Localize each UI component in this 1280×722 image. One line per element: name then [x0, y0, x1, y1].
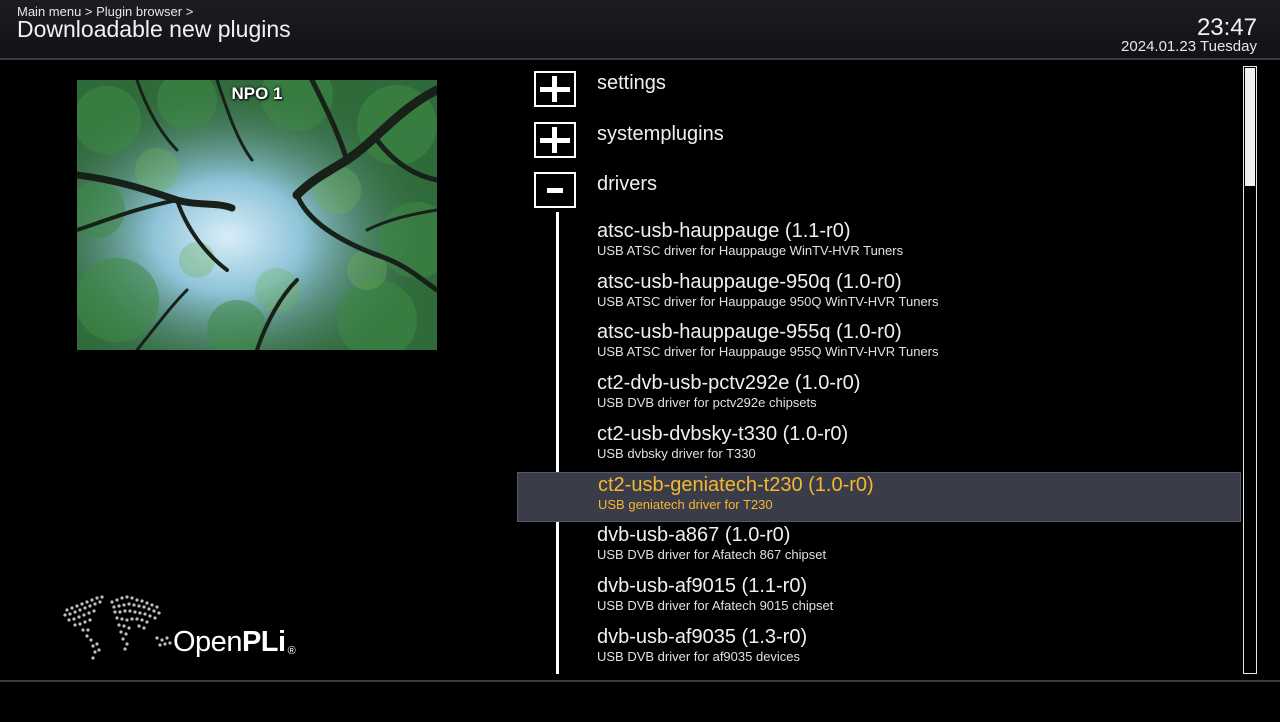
scrollbar-thumb[interactable] [1245, 68, 1255, 186]
plugin-name: dvb-usb-a867 (1.0-r0) [597, 524, 791, 546]
page-title: Downloadable new plugins [17, 16, 291, 42]
logo-text-open: Open [173, 626, 242, 658]
date: 2024.01.23 Tuesday [1121, 38, 1257, 55]
category-label: systemplugins [597, 123, 724, 145]
tv-preview: NPO 1 [77, 80, 437, 350]
plugin-name: atsc-usb-hauppauge (1.1-r0) [597, 220, 851, 242]
plugin-name: ct2-dvb-usb-pctv292e (1.0-r0) [597, 372, 861, 394]
plugin-item[interactable]: dvb-usb-af9035 (1.3-r0) USB DVB driver f… [517, 624, 1241, 674]
plugin-name: ct2-usb-geniatech-t230 (1.0-r0) [598, 474, 874, 496]
plugin-item[interactable]: ct2-usb-dvbsky-t330 (1.0-r0) USB dvbsky … [517, 421, 1241, 471]
openpli-logo: OpenPLi ® [57, 588, 307, 668]
scrollbar[interactable] [1243, 66, 1257, 674]
plugin-description: USB DVB driver for af9035 devices [597, 649, 801, 664]
plugin-description: USB geniatech driver for T230 [598, 497, 773, 512]
footer-bar [0, 680, 1280, 722]
channel-name: NPO 1 [231, 84, 283, 103]
category-drivers[interactable]: drivers [517, 161, 1241, 211]
plugin-item[interactable]: atsc-usb-hauppauge (1.1-r0) USB ATSC dri… [517, 218, 1241, 268]
plugin-description: USB DVB driver for Afatech 9015 chipset [597, 598, 834, 613]
plugin-name: atsc-usb-hauppauge-950q (1.0-r0) [597, 271, 902, 293]
plugin-name: dvb-usb-af9015 (1.1-r0) [597, 575, 808, 597]
plugin-description: USB ATSC driver for Hauppauge WinTV-HVR … [597, 243, 904, 258]
minus-icon[interactable] [534, 172, 576, 208]
registered-mark: ® [287, 645, 296, 657]
plugin-item-selected[interactable]: ct2-usb-geniatech-t230 (1.0-r0) USB geni… [517, 472, 1241, 522]
plus-icon[interactable] [534, 122, 576, 158]
header-bar: Main menu > Plugin browser > Downloadabl… [0, 0, 1280, 60]
plugin-item[interactable]: ct2-dvb-usb-pctv292e (1.0-r0) USB DVB dr… [517, 370, 1241, 420]
category-settings[interactable]: settings [517, 60, 1241, 110]
category-label: settings [597, 72, 666, 94]
logo-wordmark: OpenPLi ® [173, 626, 296, 659]
plugin-list[interactable]: settings systemplugins drivers atsc-usb-… [517, 60, 1242, 680]
plugin-item[interactable]: dvb-usb-af9015 (1.1-r0) USB DVB driver f… [517, 573, 1241, 623]
plugin-item[interactable]: dvb-usb-a867 (1.0-r0) USB DVB driver for… [517, 522, 1241, 572]
category-systemplugins[interactable]: systemplugins [517, 111, 1241, 161]
plugin-description: USB ATSC driver for Hauppauge 955Q WinTV… [597, 344, 939, 359]
category-label: drivers [597, 173, 658, 195]
plugin-description: USB ATSC driver for Hauppauge 950Q WinTV… [597, 294, 939, 309]
world-map-icon [63, 595, 172, 660]
plugin-name: dvb-usb-af9035 (1.3-r0) [597, 626, 808, 648]
tree-canopy-image [77, 80, 437, 350]
plugin-item[interactable]: atsc-usb-hauppauge-950q (1.0-r0) USB ATS… [517, 269, 1241, 319]
plugin-description: USB DVB driver for pctv292e chipsets [597, 395, 817, 410]
logo-text-pli: PLi [241, 626, 286, 658]
plugin-item[interactable]: atsc-usb-hauppauge-955q (1.0-r0) USB ATS… [517, 319, 1241, 369]
plugin-name: ct2-usb-dvbsky-t330 (1.0-r0) [597, 423, 849, 445]
plugin-description: USB dvbsky driver for T330 [597, 446, 756, 461]
plugin-description: USB DVB driver for Afatech 867 chipset [597, 547, 827, 562]
plugin-name: atsc-usb-hauppauge-955q (1.0-r0) [597, 321, 902, 343]
plus-icon[interactable] [534, 71, 576, 107]
